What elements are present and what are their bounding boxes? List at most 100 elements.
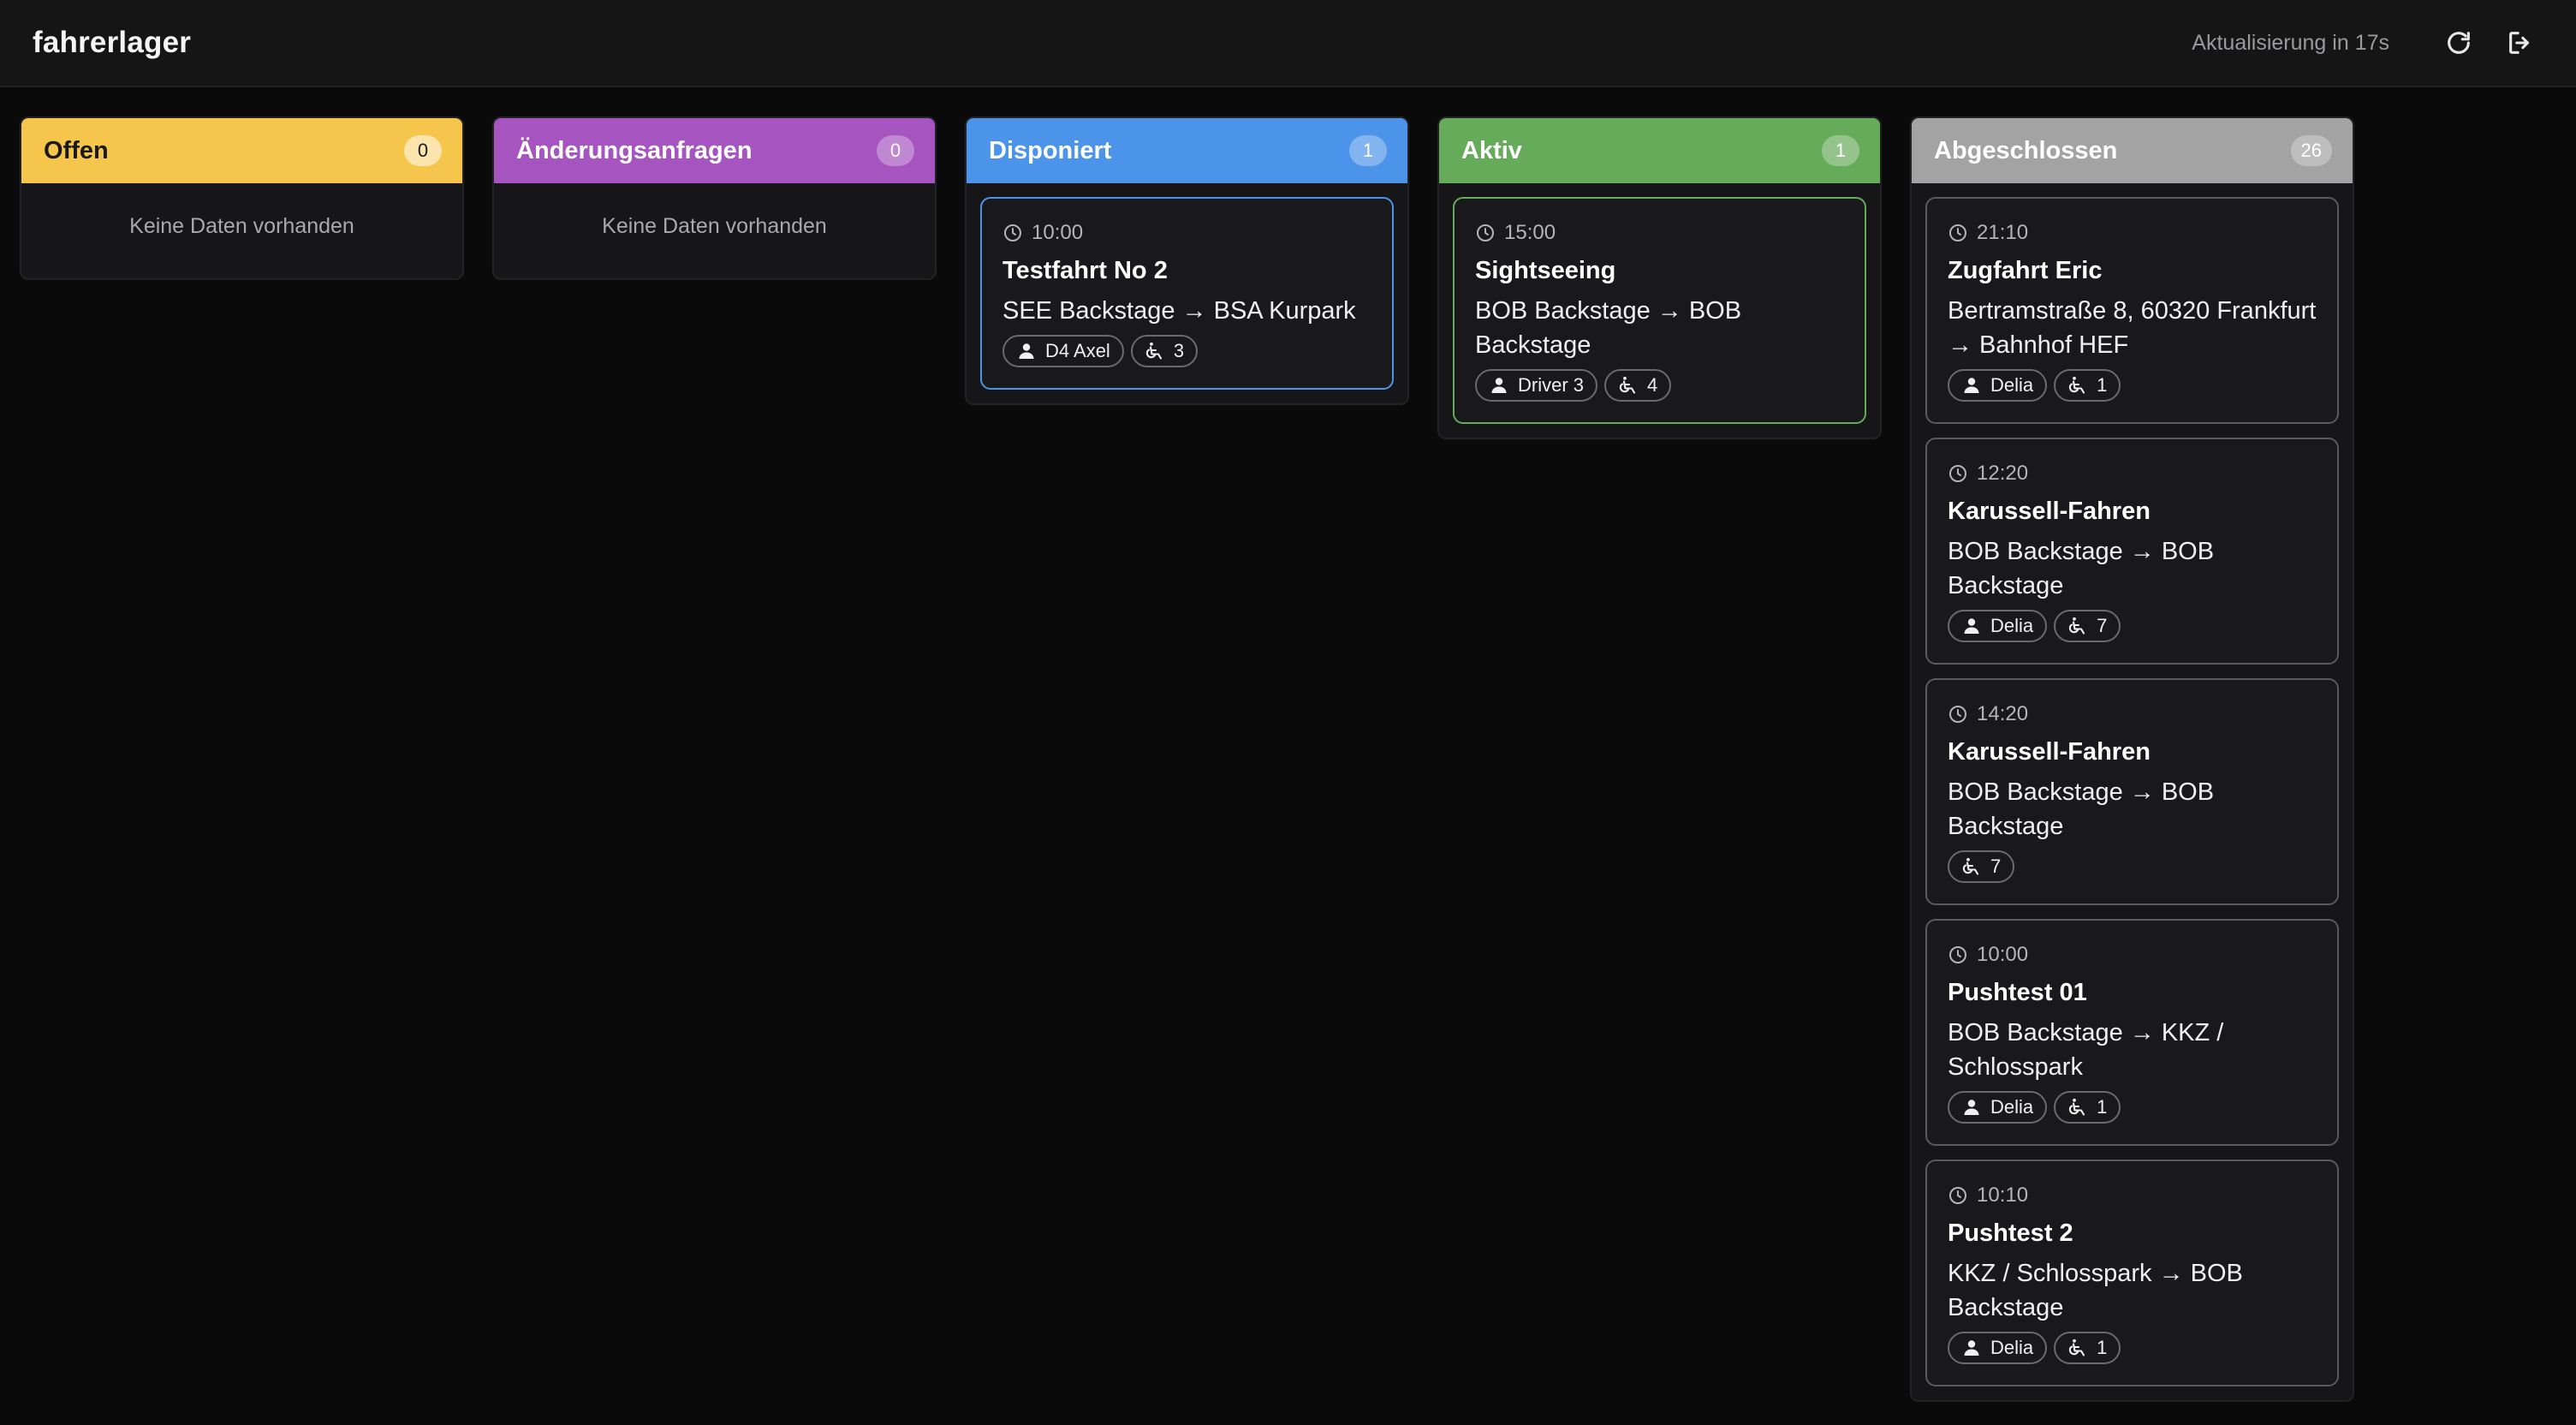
wheelchair-seat-icon [1618,375,1639,396]
column-header: Disponiert 1 [967,118,1407,183]
app-header: fahrerlager Aktualisierung in 17s [0,0,2576,87]
column-title: Aktiv [1461,136,1522,164]
ride-route: SEE Backstage → BSA Kurpark [1002,297,1356,325]
column-body: 21:10 Zugfahrt Eric Bertramstraße 8, 60320… [1912,183,2353,1400]
driver-badge: Delia [1948,610,2048,642]
column-count-badge: 1 [1822,135,1859,166]
ride-time-text: 15:00 [1504,221,1556,244]
passenger-count-badge: 1 [2054,1091,2121,1124]
ride-time-text: 12:20 [1977,462,2029,485]
wheelchair-seat-icon [1145,341,1165,361]
driver-name: Delia [1990,1337,2034,1358]
person-icon [1961,1338,1982,1358]
ride-card[interactable]: 10:00 Testfahrt No 2 SEE Backstage → BSA K… [980,197,1394,390]
passenger-count-badge: 1 [2054,1332,2121,1364]
column-title: Disponiert [989,136,1112,164]
passenger-count: 7 [2097,615,2108,636]
driver-name: Delia [1990,1096,2034,1118]
driver-name: D4 Axel [1045,340,1110,361]
ride-time: 10:10 [1948,1184,2317,1207]
column-title: Offen [44,136,109,164]
column-header: Abgeschlossen 26 [1912,118,2353,183]
passenger-count: 1 [2097,374,2108,396]
driver-name: Driver 3 [1518,374,1585,396]
driver-badge: Driver 3 [1475,369,1598,402]
clock-icon [1475,223,1496,243]
clock-icon [1948,463,1968,484]
ride-time-text: 14:20 [1977,702,2029,725]
column-title: Abgeschlossen [1934,136,2118,164]
clock-icon [1948,223,1968,243]
wheelchair-seat-icon [2067,616,2088,636]
person-icon [1489,375,1509,396]
ride-card[interactable]: 14:20 Karussell-Fahren BOB Backstage → BOB… [1925,678,2339,905]
column-body: Keine Daten vorhanden [21,183,462,278]
ride-card[interactable]: 10:10 Pushtest 2 KKZ / Schlosspark → BOB B… [1925,1160,2339,1386]
ride-card[interactable]: 12:20 Karussell-Fahren BOB Backstage → BOB… [1925,438,2339,665]
ride-route: BOB Backstage → BOB Backstage [1948,538,2215,599]
ride-title: Testfahrt No 2 [1002,257,1168,284]
column-header: Offen 0 [21,118,462,183]
ride-route: KKZ / Schlosspark → BOB Backstage [1948,1260,2243,1321]
person-icon [1961,616,1982,636]
column-aenderungsanfragen: Änderungsanfragen 0 Keine Daten vorhanden [492,116,937,280]
ride-route: BOB Backstage → KKZ / Schlosspark [1948,1019,2224,1081]
driver-badge: Delia [1948,369,2048,402]
column-count-badge: 0 [404,135,442,166]
driver-badge: Delia [1948,1091,2048,1124]
ride-tags: Delia 7 [1948,610,2317,642]
header-actions: Aktualisierung in 17s [2192,20,2543,66]
passenger-count-badge: 7 [2054,610,2121,642]
clock-icon [1948,1185,1968,1206]
ride-route: BOB Backstage → BOB Backstage [1948,778,2215,840]
ride-time-text: 10:00 [1977,943,2029,966]
column-count-badge: 0 [877,135,914,166]
column-disponiert: Disponiert 1 10:00 Testfahrt No 2 SEE Backst… [965,116,1409,405]
column-title: Änderungsanfragen [516,136,753,164]
ride-tags: 7 [1948,850,2317,883]
refresh-countdown: Aktualisierung in 17s [2192,30,2389,55]
ride-route: BOB Backstage → BOB Backstage [1475,297,1742,359]
refresh-icon [2448,32,2470,54]
ride-time-text: 10:00 [1032,221,1084,244]
passenger-count: 4 [1647,374,1658,396]
empty-state: Keine Daten vorhanden [602,214,827,238]
ride-time-text: 21:10 [1977,221,2029,244]
person-icon [1961,1097,1982,1118]
column-aktiv: Aktiv 1 15:00 Sightseeing BOB Backstage → BO… [1437,116,1882,439]
wheelchair-seat-icon [1961,856,1982,877]
ride-time: 14:20 [1948,702,2317,726]
driver-name: Delia [1990,374,2034,396]
ride-title: Sightseeing [1475,257,1616,284]
ride-tags: Delia 1 [1948,1332,2317,1364]
ride-card[interactable]: 10:00 Pushtest 01 BOB Backstage → KKZ / Sc… [1925,919,2339,1146]
column-header: Änderungsanfragen 0 [494,118,935,183]
app-brand[interactable]: fahrerlager [33,26,191,60]
ride-card[interactable]: 21:10 Zugfahrt Eric Bertramstraße 8, 60320… [1925,197,2339,424]
ride-title: Zugfahrt Eric [1948,257,2103,284]
passenger-count: 1 [2097,1096,2108,1118]
column-count-badge: 1 [1349,135,1387,166]
ride-card[interactable]: 15:00 Sightseeing BOB Backstage → BOB Back… [1453,197,1866,424]
logout-icon [2509,32,2530,54]
ride-time: 10:00 [1002,221,1371,245]
refresh-button[interactable] [2436,20,2482,66]
column-body: 10:00 Testfahrt No 2 SEE Backstage → BSA K… [967,183,1407,403]
ride-title: Pushtest 01 [1948,979,2087,1006]
logout-button[interactable] [2497,20,2543,66]
wheelchair-seat-icon [2067,375,2088,396]
kanban-board: Offen 0 Keine Daten vorhanden Änderungsanfr… [20,116,2354,1402]
passenger-count-badge: 7 [1948,850,2015,883]
ride-title: Karussell-Fahren [1948,498,2151,525]
ride-time-text: 10:10 [1977,1184,2029,1207]
passenger-count: 7 [1990,856,2002,877]
column-body: Keine Daten vorhanden [494,183,935,278]
ride-title: Karussell-Fahren [1948,738,2151,766]
passenger-count-badge: 4 [1604,369,1672,402]
ride-route: Bertramstraße 8, 60320 Frankfurt → Bahnh… [1948,297,2317,359]
passenger-count: 3 [1173,340,1185,361]
driver-name: Delia [1990,615,2034,636]
ride-time: 12:20 [1948,462,2317,486]
driver-badge: Delia [1948,1332,2048,1364]
passenger-count-badge: 1 [2054,369,2121,402]
